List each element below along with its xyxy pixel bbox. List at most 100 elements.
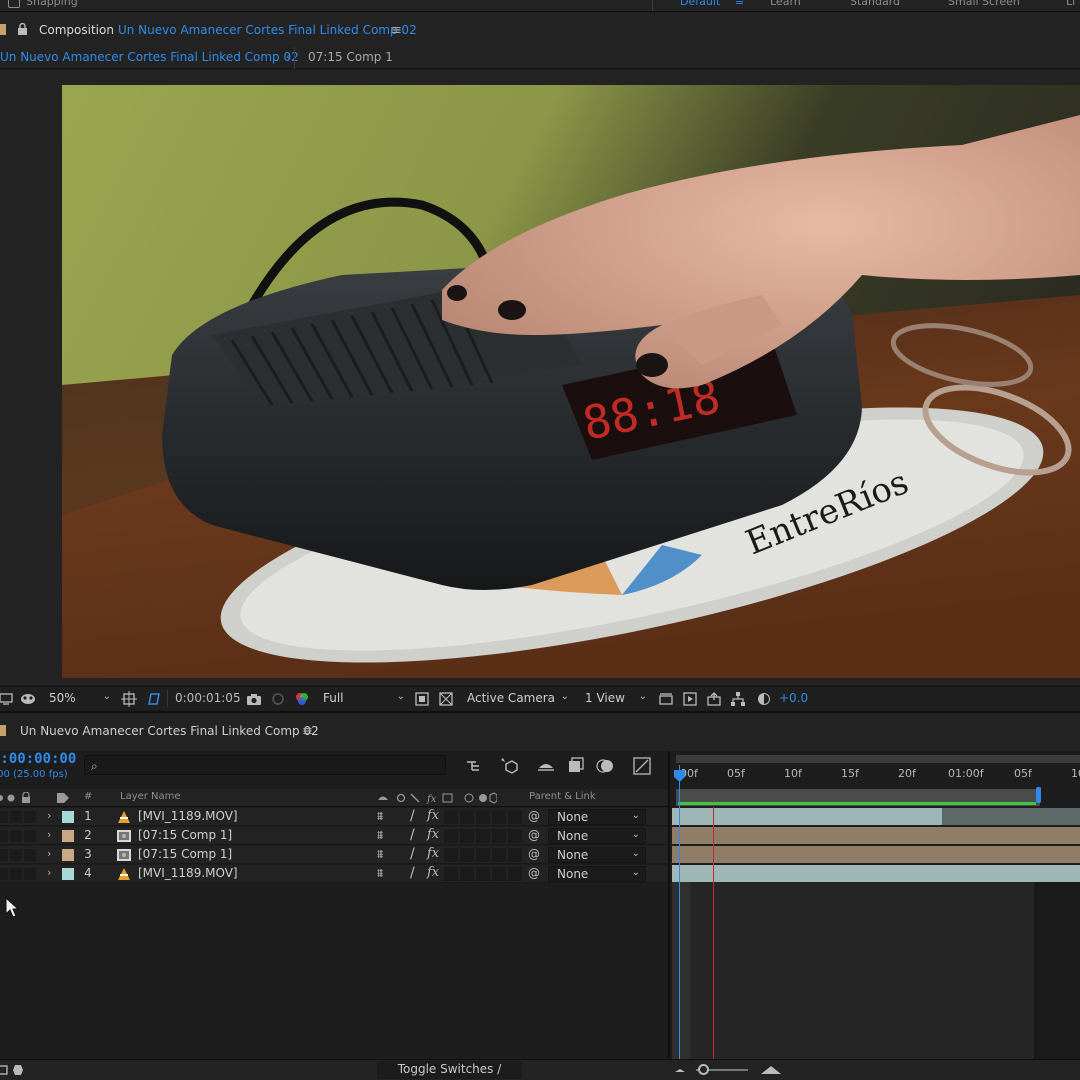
frame-blending-icon[interactable] bbox=[566, 756, 586, 776]
video-switch[interactable] bbox=[0, 849, 8, 861]
zoom-in-icon[interactable] bbox=[760, 1063, 782, 1077]
shy-layers-icon[interactable] bbox=[536, 756, 556, 776]
layer-1-bar-extension[interactable] bbox=[942, 808, 1080, 825]
color-channels-icon[interactable] bbox=[294, 691, 310, 707]
mask-icon[interactable] bbox=[20, 691, 36, 707]
tab-comp-02[interactable]: Un Nuevo Amanecer Cortes Final Linked Co… bbox=[0, 50, 299, 64]
switch-cells[interactable] bbox=[444, 810, 522, 824]
motion-blur-icon[interactable] bbox=[595, 756, 615, 776]
layer-row[interactable]: › 3 [07:15 Comp 1] ⩩ / fx @ None ⌄ bbox=[0, 846, 668, 864]
work-area-end-handle[interactable] bbox=[1036, 787, 1041, 803]
draft-3d-icon[interactable] bbox=[500, 756, 520, 776]
tab-comp-1[interactable]: 07:15 Comp 1 bbox=[308, 50, 393, 64]
layer-row[interactable]: › 2 [07:15 Comp 1] ⩩ / fx @ None ⌄ bbox=[0, 827, 668, 845]
parent-dropdown[interactable]: None ⌄ bbox=[548, 828, 646, 844]
video-switch[interactable] bbox=[0, 830, 8, 842]
layer-label-color[interactable] bbox=[62, 830, 74, 842]
workspace-default[interactable]: Default bbox=[680, 0, 720, 8]
resolution-dropdown[interactable]: Full ⌄ bbox=[318, 690, 408, 707]
solo-switch[interactable] bbox=[10, 868, 22, 880]
region-icon[interactable] bbox=[414, 691, 430, 707]
toggle-switches-modes-button[interactable]: Toggle Switches / Modes bbox=[377, 1061, 522, 1080]
time-ruler[interactable]: 00f 05f 10f 15f 20f 01:00f 05f 10 bbox=[670, 765, 1080, 787]
workspace-menu-icon[interactable]: ≡ bbox=[735, 0, 744, 8]
shy-icon[interactable]: ⩩ bbox=[377, 866, 383, 881]
parent-dropdown[interactable]: None ⌄ bbox=[548, 866, 646, 882]
chevron-left-icon[interactable]: ‹ bbox=[286, 50, 290, 63]
checkbox-icon[interactable] bbox=[8, 0, 20, 8]
layer-label-color[interactable] bbox=[62, 811, 74, 823]
pick-whip-icon[interactable]: @ bbox=[528, 809, 540, 823]
camera-dropdown[interactable]: Active Camera ⌄ bbox=[462, 690, 572, 707]
timeline-icon[interactable] bbox=[706, 691, 722, 707]
view-layout-dropdown[interactable]: 1 View ⌄ bbox=[580, 690, 650, 707]
layer-row[interactable]: › 4 [MVI_1189.MOV] ⩩ / fx @ None ⌄ bbox=[0, 865, 668, 883]
effects-fx-icon[interactable]: fx bbox=[427, 827, 439, 842]
hamburger-icon[interactable]: ≡ bbox=[302, 724, 313, 739]
solo-switch[interactable] bbox=[10, 849, 22, 861]
layer-4-bar[interactable] bbox=[672, 865, 1080, 882]
timeline-tab[interactable]: Un Nuevo Amanecer Cortes Final Linked Co… bbox=[20, 724, 319, 738]
zoom-slider-knob[interactable] bbox=[698, 1064, 709, 1075]
chevron-right-icon[interactable]: › bbox=[47, 847, 51, 860]
quality-slash-icon[interactable]: / bbox=[410, 865, 415, 881]
lock-switch[interactable] bbox=[24, 811, 36, 823]
pick-whip-icon[interactable]: @ bbox=[528, 847, 540, 861]
render-time-icons[interactable] bbox=[0, 1063, 29, 1077]
time-navigator-bar[interactable] bbox=[676, 755, 1080, 763]
parent-dropdown[interactable]: None ⌄ bbox=[548, 847, 646, 863]
layer-3-bar[interactable] bbox=[672, 846, 1080, 863]
monitor-icon[interactable] bbox=[0, 691, 14, 707]
quality-slash-icon[interactable]: / bbox=[410, 808, 415, 824]
solo-switch[interactable] bbox=[10, 830, 22, 842]
parent-dropdown[interactable]: None ⌄ bbox=[548, 809, 646, 825]
switch-cells[interactable] bbox=[444, 867, 522, 881]
snapping-toggle[interactable]: Snapping bbox=[8, 0, 78, 8]
lock-switch[interactable] bbox=[24, 849, 36, 861]
camera-snapshot-icon[interactable] bbox=[246, 691, 262, 707]
flowchart-icon[interactable] bbox=[730, 691, 746, 707]
zoom-dropdown[interactable]: 50% ⌄ bbox=[44, 690, 114, 707]
timeline-graph[interactable]: 00f 05f 10f 15f 20f 01:00f 05f 10 bbox=[668, 751, 1080, 1080]
lock-icon[interactable] bbox=[17, 23, 28, 35]
effects-fx-icon[interactable]: fx bbox=[427, 846, 439, 861]
toggle-pixel-aspect-icon[interactable] bbox=[658, 691, 674, 707]
switch-cells[interactable] bbox=[444, 829, 522, 843]
column-layer-name[interactable]: Layer Name bbox=[120, 791, 181, 802]
current-time-display[interactable]: 0:00:00:00 bbox=[0, 751, 76, 767]
region-of-interest-icon[interactable] bbox=[146, 691, 162, 707]
shy-icon[interactable]: ⩩ bbox=[377, 847, 383, 862]
layer-label-color[interactable] bbox=[62, 849, 74, 861]
workspace-small-screen[interactable]: Small Screen bbox=[948, 0, 1020, 8]
effects-fx-icon[interactable]: fx bbox=[427, 865, 439, 880]
video-switch[interactable] bbox=[0, 868, 8, 880]
show-snapshot-icon[interactable] bbox=[270, 691, 286, 707]
lock-switch[interactable] bbox=[24, 868, 36, 880]
layer-name[interactable]: [07:15 Comp 1] bbox=[138, 828, 232, 842]
pick-whip-icon[interactable]: @ bbox=[528, 866, 540, 880]
exposure-value[interactable]: +0.0 bbox=[779, 691, 808, 705]
layer-name[interactable]: [07:15 Comp 1] bbox=[138, 847, 232, 861]
fit-frame-icon[interactable] bbox=[121, 691, 137, 707]
layer-search-input[interactable]: ⌕ bbox=[84, 755, 446, 775]
workspace-learn[interactable]: Learn bbox=[770, 0, 801, 8]
effects-fx-icon[interactable]: fx bbox=[427, 808, 439, 823]
lock-switch[interactable] bbox=[24, 830, 36, 842]
quality-slash-icon[interactable]: / bbox=[410, 827, 415, 843]
solo-switch[interactable] bbox=[10, 811, 22, 823]
graph-editor-icon[interactable] bbox=[632, 756, 652, 776]
chevron-right-icon[interactable]: › bbox=[47, 866, 51, 879]
workspace-libraries[interactable]: Li bbox=[1066, 0, 1075, 8]
layer-name[interactable]: [MVI_1189.MOV] bbox=[138, 866, 238, 880]
workspace-standard[interactable]: Standard bbox=[850, 0, 900, 8]
current-time-indicator-line[interactable] bbox=[679, 765, 680, 1071]
shy-icon[interactable]: ⩩ bbox=[377, 809, 383, 824]
chevron-right-icon[interactable]: › bbox=[47, 809, 51, 822]
quality-slash-icon[interactable]: / bbox=[410, 846, 415, 862]
chevron-right-icon[interactable]: › bbox=[47, 828, 51, 841]
playhead-icon[interactable] bbox=[673, 769, 686, 783]
layer-name[interactable]: [MVI_1189.MOV] bbox=[138, 809, 238, 823]
layer-row[interactable]: › 1 [MVI_1189.MOV] ⩩ / fx @ None ⌄ bbox=[0, 808, 668, 826]
column-parent-link[interactable]: Parent & Link bbox=[529, 791, 596, 802]
viewer-timecode[interactable]: 0:00:01:05 bbox=[175, 691, 241, 705]
